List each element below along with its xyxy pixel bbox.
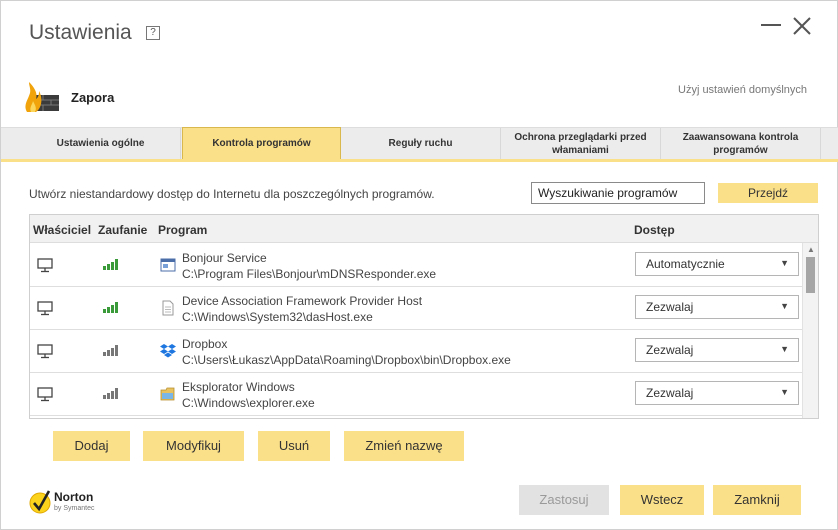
intro-text: Utwórz niestandardowy dostęp do Internet… — [29, 187, 435, 201]
access-dropdown[interactable]: Zezwalaj ▼ — [635, 338, 799, 362]
access-value: Automatycznie — [646, 257, 725, 271]
trust-column-header[interactable]: Zaufanie — [98, 223, 147, 237]
trust-level-icon — [103, 345, 118, 356]
norton-logo: Norton by Symantec — [29, 487, 129, 519]
close-button[interactable]: Zamknij — [713, 485, 801, 515]
norton-brand-sub: by Symantec — [54, 505, 95, 512]
access-dropdown[interactable]: Zezwalaj ▼ — [635, 381, 799, 405]
remove-button[interactable]: Usuń — [258, 431, 330, 461]
apply-button[interactable]: Zastosuj — [519, 485, 609, 515]
window-title: Ustawienia — [29, 21, 132, 44]
service-window-icon — [160, 258, 176, 272]
trust-level-icon — [103, 259, 118, 270]
help-button[interactable]: ? — [146, 26, 160, 40]
program-table: Właściciel Zaufanie Program Dostęp Bonjo… — [29, 214, 819, 419]
table-row[interactable]: Bonjour Service C:\Program Files\Bonjour… — [30, 244, 802, 287]
table-scrollbar[interactable]: ▲ — [802, 243, 818, 418]
access-column-header[interactable]: Dostęp — [634, 223, 675, 237]
monitor-icon — [37, 387, 53, 402]
access-dropdown[interactable]: Automatycznie ▼ — [635, 252, 799, 276]
folder-icon — [160, 387, 175, 401]
rename-button[interactable]: Zmień nazwę — [344, 431, 464, 461]
program-name: Eksplorator Windows — [182, 380, 295, 394]
close-icon[interactable] — [791, 15, 813, 37]
firewall-icon — [25, 82, 59, 112]
dropbox-icon — [160, 344, 176, 358]
checkmark-seal-icon — [29, 490, 51, 514]
scroll-up-icon[interactable]: ▲ — [807, 245, 815, 254]
settings-window: Ustawienia ? Zapora Użyj ustawień domyśl… — [0, 0, 838, 530]
chevron-down-icon: ▼ — [780, 258, 789, 268]
monitor-icon — [37, 258, 53, 273]
access-value: Zezwalaj — [646, 300, 694, 314]
owner-column-header[interactable]: Właściciel — [33, 223, 91, 237]
table-row[interactable]: Dropbox C:\Users\Łukasz\AppData\Roaming\… — [30, 330, 802, 373]
go-button[interactable]: Przejdź — [718, 183, 818, 203]
tab-general-settings[interactable]: Ustawienia ogólne — [21, 128, 181, 159]
program-path: C:\Users\Łukasz\AppData\Roaming\Dropbox\… — [182, 353, 511, 367]
monitor-icon — [37, 344, 53, 359]
modify-button[interactable]: Modyfikuj — [143, 431, 244, 461]
program-name: Bonjour Service — [182, 251, 267, 265]
monitor-icon — [37, 301, 53, 316]
program-name: Dropbox — [182, 337, 228, 351]
program-path: C:\Windows\System32\dasHost.exe — [182, 310, 373, 324]
add-button[interactable]: Dodaj — [53, 431, 130, 461]
program-name: Device Association Framework Provider Ho… — [182, 294, 423, 308]
access-dropdown[interactable]: Zezwalaj ▼ — [635, 295, 799, 319]
use-defaults-link[interactable]: Użyj ustawień domyślnych — [678, 84, 807, 96]
trust-level-icon — [103, 388, 118, 399]
minimize-icon[interactable] — [761, 24, 781, 26]
chevron-down-icon: ▼ — [780, 387, 789, 397]
table-row[interactable]: Eksplorator Windows C:\Windows\explorer.… — [30, 373, 802, 416]
table-header: Właściciel Zaufanie Program Dostęp — [30, 215, 818, 243]
trust-level-icon — [103, 302, 118, 313]
document-icon — [162, 300, 174, 316]
table-row[interactable]: Device Association Framework Provider Ho… — [30, 287, 802, 330]
tab-bar: Ustawienia ogólne Kontrola programów Reg… — [1, 127, 838, 160]
section-title: Zapora — [71, 90, 115, 105]
tab-traffic-rules[interactable]: Reguły ruchu — [341, 128, 501, 159]
norton-brand-name: Norton — [54, 490, 94, 504]
program-search-input[interactable]: Wyszukiwanie programów — [531, 182, 705, 204]
tab-browser-protection[interactable]: Ochrona przeglądarki przed włamaniami — [501, 128, 661, 159]
tab-program-control[interactable]: Kontrola programów — [182, 127, 341, 160]
program-column-header[interactable]: Program — [158, 223, 207, 237]
tab-underline — [1, 159, 838, 162]
chevron-down-icon: ▼ — [780, 344, 789, 354]
program-path: C:\Program Files\Bonjour\mDNSResponder.e… — [182, 267, 437, 281]
access-value: Zezwalaj — [646, 386, 694, 400]
scrollbar-thumb[interactable] — [806, 257, 815, 293]
tab-advanced-program-control[interactable]: Zaawansowana kontrola programów — [661, 128, 821, 159]
chevron-down-icon: ▼ — [780, 301, 789, 311]
back-button[interactable]: Wstecz — [620, 485, 704, 515]
program-path: C:\Windows\explorer.exe — [182, 396, 315, 410]
access-value: Zezwalaj — [646, 343, 694, 357]
